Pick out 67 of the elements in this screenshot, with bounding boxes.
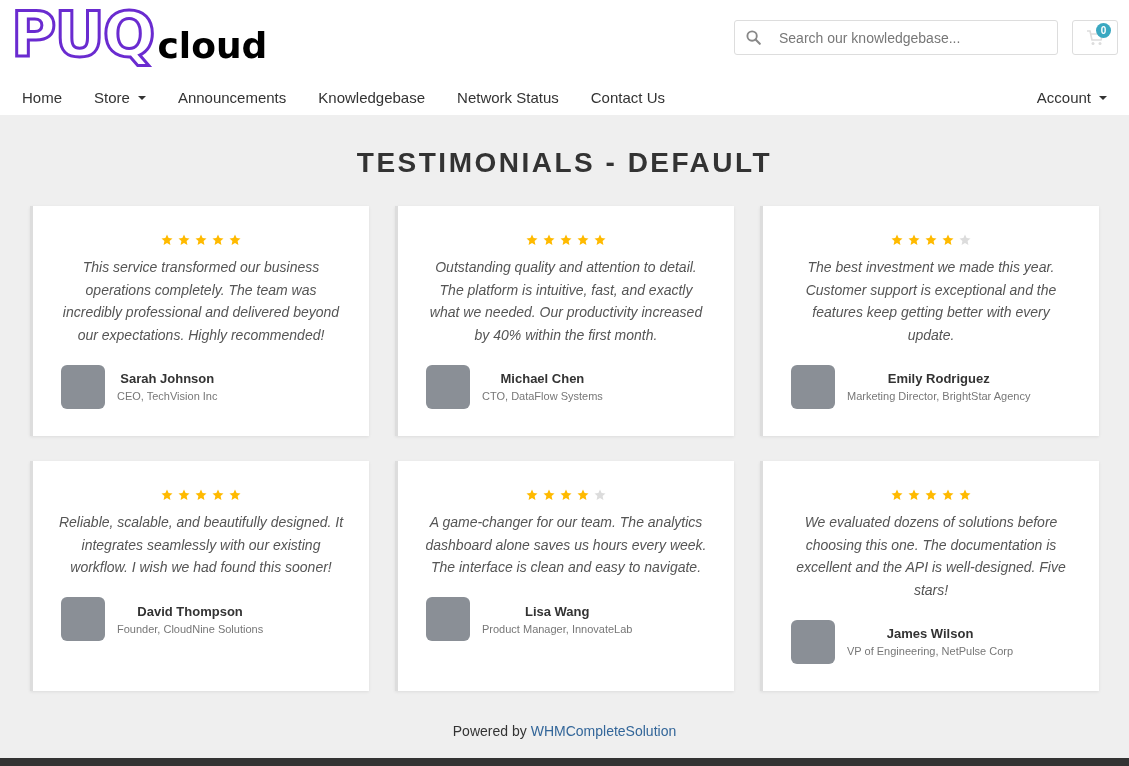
photo-placeholder [791, 619, 835, 664]
author-role: CTO, DataFlow Systems [482, 390, 603, 403]
star-icon [908, 489, 920, 501]
author-name: David Thompson [137, 603, 243, 619]
star-icon [161, 234, 173, 246]
photo-placeholder [61, 364, 105, 409]
author-role: CEO, TechVision Inc [117, 390, 218, 403]
star-icon [178, 489, 190, 501]
star-icon [212, 234, 224, 246]
author-role: Product Manager, InnovateLab [482, 622, 633, 635]
nav-link[interactable]: Network Status [457, 89, 559, 106]
author-name: Michael Chen [500, 371, 585, 387]
testimonial-quote: Reliable, scalable, and beautifully designed. It integrates seamlessly with our existing workflow. I wish we had found this sooner! [58, 513, 344, 578]
photo-placeholder [426, 364, 470, 409]
author-role: Marketing Director, BrightStar Agency [847, 390, 1031, 403]
author-role: VP of Engineering, NetPulse Corp [847, 645, 1014, 658]
star-icon [925, 234, 937, 246]
photo-placeholder [791, 364, 835, 409]
star-icon [195, 234, 207, 246]
star-icon [212, 489, 224, 501]
author-name: Emily Rodriguez [887, 371, 990, 387]
star-icon [526, 234, 538, 246]
star-icon [942, 234, 954, 246]
nav-link[interactable]: Contact Us [590, 89, 665, 106]
nav-link[interactable]: Store [94, 89, 146, 106]
nav-link[interactable]: Knowledgebase [318, 89, 426, 106]
testimonial-quote: This service transformed our business operations completely. The team was incredibly professional and delivered beyond our expectations. Highly recommended! [61, 258, 341, 346]
search-field[interactable]: Search our knowledgebase... [734, 20, 1058, 55]
star-icon [543, 234, 555, 246]
star-icon [959, 234, 971, 246]
star-icon [891, 489, 903, 501]
author-name: James Wilson [886, 626, 974, 642]
star-icon [560, 234, 572, 246]
page-title: TESTIMONIALS - DEFAULT [356, 146, 773, 180]
star-icon [594, 489, 606, 501]
star-icon [526, 489, 538, 501]
logo[interactable]: PUQcloud [11, 2, 268, 68]
star-icon [543, 489, 555, 501]
star-icon [229, 234, 241, 246]
author-name: Lisa Wang [524, 603, 590, 619]
star-icon [577, 234, 589, 246]
testimonial-quote: We evaluated dozens of solutions before choosing this one. The documentation is excellent and the API is well-designed. Five stars! [795, 513, 1067, 601]
star-icon [195, 489, 207, 501]
author-name: Sarah Johnson [120, 371, 215, 387]
star-icon [229, 489, 241, 501]
star-icon [577, 489, 589, 501]
star-icon [959, 489, 971, 501]
star-icon [560, 489, 572, 501]
star-icon [925, 489, 937, 501]
author-role: Founder, CloudNine Solutions [117, 622, 264, 635]
footer-link[interactable]: WHMCompleteSolution [530, 723, 677, 739]
photo-placeholder [61, 597, 105, 642]
testimonial-quote: Outstanding quality and attention to detail. The platform is intuitive, fast, and exactly what we needed. Our productivity increased by 40% within the first month. [428, 258, 704, 346]
nav-link[interactable]: Home [22, 89, 62, 106]
star-icon [891, 234, 903, 246]
star-icon [942, 489, 954, 501]
star-icon [161, 489, 173, 501]
testimonial-quote: The best investment we made this year. Customer support is exceptional and the features keep getting better with every update. [804, 258, 1058, 346]
photo-placeholder [426, 597, 470, 642]
star-icon [594, 234, 606, 246]
cart-count-badge: 0 [1096, 23, 1111, 38]
testimonial-quote: A game-changer for our team. The analytics dashboard alone saves us hours every week. The interface is clean and easy to navigate. [424, 513, 708, 578]
footer-text: Powered by [452, 723, 527, 739]
star-icon [908, 234, 920, 246]
account-menu[interactable]: Account [1036, 89, 1107, 106]
star-icon [178, 234, 190, 246]
nav-link[interactable]: Announcements [177, 89, 287, 106]
